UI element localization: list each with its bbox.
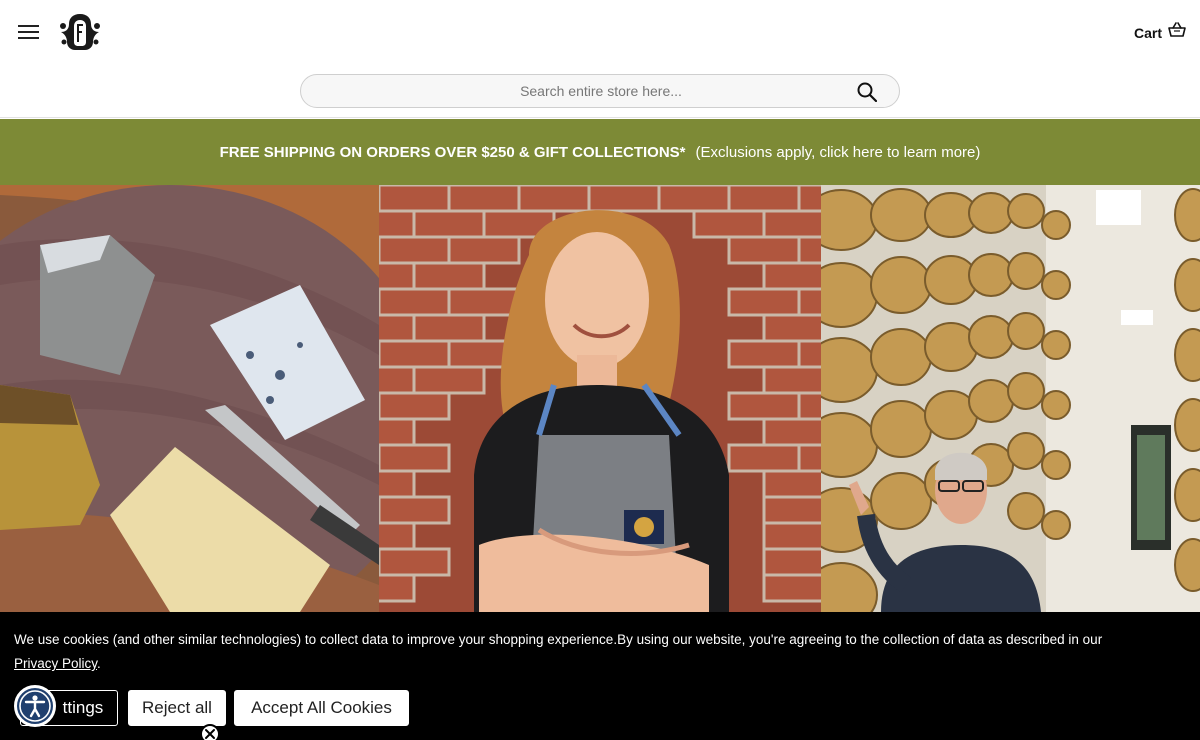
brand-logo[interactable] [57, 12, 103, 52]
cart-label: Cart [1133, 24, 1162, 41]
promo-exclusions-link[interactable]: (Exclusions apply, click here to learn m… [696, 144, 981, 161]
cart-button[interactable]: Cart [1134, 22, 1186, 43]
magnifier-icon[interactable] [857, 82, 878, 103]
cheese-board-image [0, 185, 379, 612]
search-bar [300, 74, 900, 108]
promo-headline: FREE SHIPPING ON ORDERS OVER $250 & GIFT… [219, 143, 686, 161]
hamburger-menu-icon[interactable] [18, 22, 40, 42]
site-header: Cart [0, 0, 1200, 118]
cookie-message: We use cookies (and other similar techno… [14, 628, 1194, 676]
accessibility-person-icon[interactable] [14, 685, 56, 727]
cookie-message-period: . [97, 656, 101, 671]
privacy-policy-link[interactable]: Privacy Policy [14, 656, 97, 671]
accept-all-cookies-button[interactable]: Accept All Cookies [234, 690, 409, 726]
hero-image-strip [0, 185, 1200, 612]
search-input[interactable] [301, 75, 861, 107]
cheesemonger-portrait-image [379, 185, 821, 612]
basket-icon [1168, 22, 1186, 43]
reject-all-button[interactable]: Reject all [128, 690, 226, 726]
cookie-consent-banner: We use cookies (and other similar techno… [0, 612, 1200, 740]
cookie-message-text: We use cookies (and other similar techno… [14, 632, 1103, 647]
cheese-cellar-image [821, 185, 1200, 612]
free-shipping-banner[interactable]: FREE SHIPPING ON ORDERS OVER $250 & GIFT… [0, 119, 1200, 185]
close-x-icon[interactable] [200, 724, 220, 740]
